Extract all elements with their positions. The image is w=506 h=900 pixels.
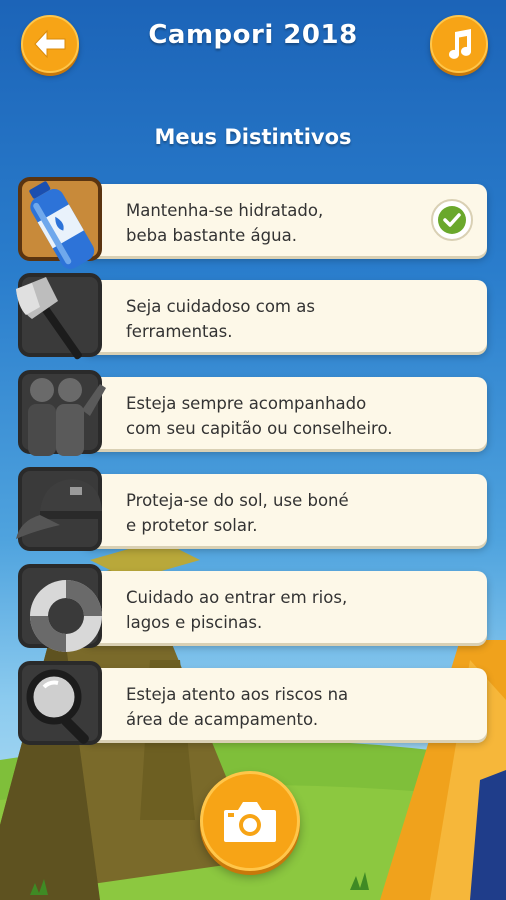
badge-icon-tile	[18, 661, 102, 745]
badge-text-line2: beba bastante água.	[126, 226, 297, 245]
music-button[interactable]	[430, 15, 488, 73]
badge-card[interactable]: Cuidado ao entrar em rios, lagos e pisci…	[82, 571, 487, 643]
badge-card[interactable]: Esteja sempre acompanhado com seu capitã…	[82, 377, 487, 449]
badge-icon-tile	[18, 370, 106, 456]
badge-text: Proteja-se do sol, use boné e protetor s…	[126, 488, 426, 538]
badge-text: Esteja sempre acompanhado com seu capitã…	[126, 391, 426, 441]
badge-row[interactable]: Seja cuidadoso com as ferramentas.	[0, 272, 506, 360]
axe-icon	[16, 277, 82, 360]
badge-row[interactable]: Cuidado ao entrar em rios, lagos e pisci…	[0, 563, 506, 652]
camera-button[interactable]	[200, 771, 300, 871]
badge-text-line2: ferramentas.	[126, 322, 233, 341]
lifebuoy-icon	[30, 580, 102, 652]
badge-icon-tile	[16, 273, 102, 360]
badge-text-line1: Cuidado ao entrar em rios,	[126, 588, 348, 607]
badge-icon-tile	[18, 177, 102, 269]
badge-icon-tile	[18, 564, 102, 652]
badge-text: Cuidado ao entrar em rios, lagos e pisci…	[126, 585, 426, 635]
cap-icon	[16, 479, 102, 539]
badge-card[interactable]: Seja cuidadoso com as ferramentas.	[82, 280, 487, 352]
camera-icon	[224, 802, 276, 842]
badge-card[interactable]: Esteja atento aos riscos na área de acam…	[82, 668, 487, 740]
checkmark-icon	[438, 206, 466, 234]
badge-row[interactable]: Proteja-se do sol, use boné e protetor s…	[0, 466, 506, 554]
badge-text-line2: e protetor solar.	[126, 516, 258, 535]
badge-text-line1: Proteja-se do sol, use boné	[126, 491, 349, 510]
badge-text-line2: área de acampamento.	[126, 710, 319, 729]
badge-text-line2: com seu capitão ou conselheiro.	[126, 419, 393, 438]
badge-text: Esteja atento aos riscos na área de acam…	[126, 682, 426, 732]
badge-text-line1: Esteja atento aos riscos na	[126, 685, 349, 704]
magnifier-icon	[26, 669, 89, 744]
badge-card[interactable]: Mantenha-se hidratado, beba bastante águ…	[82, 184, 487, 256]
badge-text: Mantenha-se hidratado, beba bastante águ…	[126, 198, 426, 248]
water-bottle-icon	[29, 181, 95, 269]
badge-icon-tile	[16, 467, 102, 551]
earned-check	[431, 199, 473, 241]
badge-text-line1: Mantenha-se hidratado,	[126, 201, 324, 220]
music-note-icon	[449, 29, 472, 59]
badge-row[interactable]: Esteja sempre acompanhado com seu capitã…	[0, 369, 506, 457]
badge-text-line2: lagos e piscinas.	[126, 613, 263, 632]
badge-text-line1: Esteja sempre acompanhado	[126, 394, 367, 413]
badge-row[interactable]: Mantenha-se hidratado, beba bastante águ…	[0, 176, 506, 269]
header-bar: Campori 2018	[0, 0, 506, 80]
page-title: Meus Distintivos	[154, 125, 352, 149]
badge-card[interactable]: Proteja-se do sol, use boné e protetor s…	[82, 474, 487, 546]
people-group-icon	[28, 378, 106, 456]
badge-text-line1: Seja cuidadoso com as	[126, 297, 315, 316]
badge-text: Seja cuidadoso com as ferramentas.	[126, 294, 426, 344]
badge-row[interactable]: Esteja atento aos riscos na área de acam…	[0, 660, 506, 748]
